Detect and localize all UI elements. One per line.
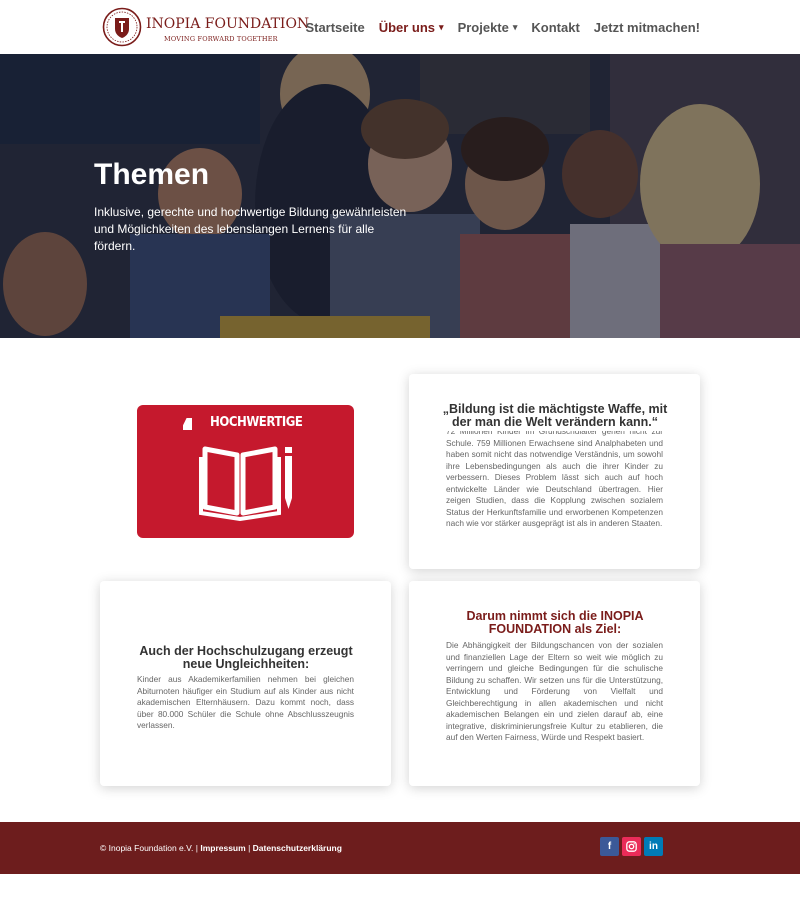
nav-item-ueber-uns[interactable]: Über uns ▾ (379, 20, 444, 35)
chevron-down-icon: ▾ (439, 21, 444, 32)
nav-item-jetzt-mitmachen[interactable]: Jetzt mitmachen! (594, 20, 700, 35)
card-foundation-goal: Darum nimmt sich die INOPIA FOUNDATION a… (409, 581, 700, 786)
nav-label: Startseite (305, 19, 365, 35)
nav-item-startseite[interactable]: Startseite (305, 20, 364, 35)
sdg-number (183, 418, 192, 430)
card-quote-heading: „Bildung ist die mächtigste Waffe, mit d… (442, 402, 668, 429)
card-higher-education-heading: Auch der Hochschulzugang erzeugt neue Un… (139, 644, 353, 671)
sdg-label: HOCHWERTIGE (210, 415, 303, 430)
card-quote: „Bildung ist die mächtigste Waffe, mit d… (409, 374, 700, 569)
instagram-icon[interactable] (622, 837, 641, 856)
page-title: Themen (94, 158, 210, 191)
footer-credits: © Inopia Foundation e.V. | Impressum | D… (100, 843, 342, 853)
site-logo[interactable]: INOPIA FOUNDATION MOVING FORWARD TOGETHE… (102, 7, 309, 49)
site-footer: © Inopia Foundation e.V. | Impressum | D… (0, 822, 800, 874)
footer-impressum-link[interactable]: Impressum (200, 843, 245, 853)
card-higher-education: Auch der Hochschulzugang erzeugt neue Un… (100, 581, 391, 786)
card-foundation-goal-heading: Darum nimmt sich die INOPIA FOUNDATION a… (466, 609, 644, 636)
instagram-glyph (626, 841, 637, 852)
nav-label: Kontakt (531, 19, 580, 35)
logo-seal-icon (102, 7, 142, 47)
linkedin-icon[interactable]: in (644, 837, 663, 856)
hero-overlay (0, 54, 800, 338)
site-header: INOPIA FOUNDATION MOVING FORWARD TOGETHE… (0, 0, 800, 54)
facebook-glyph: f (607, 841, 612, 852)
brand-tagline: MOVING FORWARD TOGETHER (164, 35, 278, 43)
book-pencil-icon (199, 446, 292, 521)
footer-copyright: © Inopia Foundation e.V. | (100, 843, 198, 853)
brand-name: INOPIA FOUNDATION (146, 16, 310, 32)
nav-item-projekte[interactable]: Projekte ▾ (458, 20, 518, 35)
hero-banner: Themen Inklusive, gerechte und hochwerti… (0, 54, 800, 338)
footer-privacy-link[interactable]: Datenschutzerklärung (253, 843, 342, 853)
card-quote-text: 72 Millionen Kinder im Grundschulalter g… (446, 431, 663, 528)
facebook-icon[interactable]: f (600, 837, 619, 856)
card-foundation-goal-text: Die Abhängigkeit der Bildungschancen von… (446, 640, 663, 742)
main-nav: Startseite Über uns ▾ Projekte ▾ Kontakt… (291, 0, 700, 54)
hero-subtitle: Inklusive, gerechte und hochwertige Bild… (94, 205, 407, 253)
nav-label: Über uns (378, 19, 436, 35)
nav-label: Jetzt mitmachen! (593, 19, 700, 35)
chevron-down-icon: ▾ (512, 21, 518, 32)
linkedin-glyph: in (649, 841, 658, 852)
sdg-quality-education-tile: HOCHWERTIGE (137, 405, 354, 538)
card-quote-body: 72 Millionen Kinder im Grundschulalter g… (446, 431, 663, 546)
footer-separator: | (248, 843, 251, 853)
nav-item-kontakt[interactable]: Kontakt (531, 20, 579, 35)
nav-label: Projekte (457, 19, 509, 35)
card-higher-education-text: Kinder aus Akademikerfamilien nehmen bei… (137, 674, 354, 730)
